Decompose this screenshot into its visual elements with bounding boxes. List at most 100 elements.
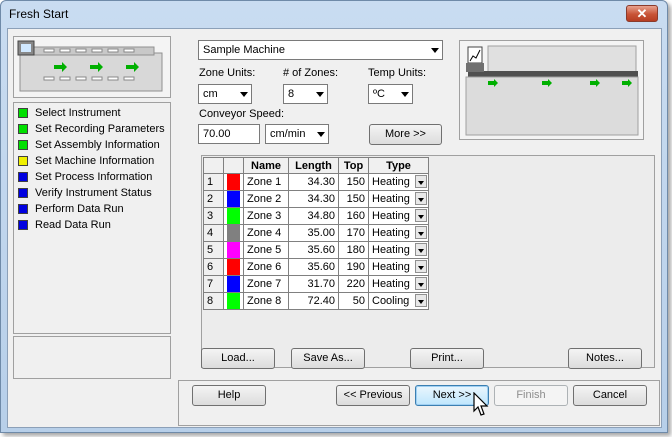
zone-length-cell[interactable]: 35.00 — [288, 224, 339, 242]
cancel-button[interactable]: Cancel — [573, 385, 647, 406]
status-square-icon — [18, 156, 28, 166]
zone-type-cell[interactable]: Heating — [368, 224, 429, 242]
zone-color-swatch[interactable] — [223, 241, 244, 259]
zone-color-swatch[interactable] — [223, 258, 244, 276]
chevron-down-icon[interactable] — [415, 209, 427, 222]
zone-length-cell[interactable]: 31.70 — [288, 275, 339, 293]
zone-length-cell[interactable]: 34.30 — [288, 190, 339, 208]
finish-button[interactable]: Finish — [494, 385, 568, 406]
zone-color-swatch[interactable] — [223, 207, 244, 225]
zone-type-value: Heating — [372, 261, 410, 273]
chevron-down-icon[interactable] — [415, 226, 427, 239]
notes-button[interactable]: Notes... — [568, 348, 642, 369]
conveyor-units-select[interactable]: cm/min — [265, 124, 329, 144]
zone-top-cell[interactable]: 190 — [338, 258, 369, 276]
temp-units-value: ºC — [373, 88, 385, 100]
table-row[interactable]: 2 Zone 2 34.30 150 Heating — [203, 190, 429, 208]
zone-top-cell[interactable]: 220 — [338, 275, 369, 293]
status-square-icon — [18, 204, 28, 214]
conveyor-speed-input[interactable]: 70.00 — [198, 124, 260, 144]
table-row[interactable]: 8 Zone 8 72.40 50 Cooling — [203, 292, 429, 310]
conveyor-speed-label: Conveyor Speed: — [199, 108, 284, 120]
load-button[interactable]: Load... — [201, 348, 275, 369]
top-column-header: Top — [338, 157, 369, 174]
zone-length-cell[interactable]: 34.30 — [288, 173, 339, 191]
chevron-down-icon[interactable] — [415, 192, 427, 205]
zone-color-swatch[interactable] — [223, 275, 244, 293]
zone-type-cell[interactable]: Heating — [368, 275, 429, 293]
zone-length-cell[interactable]: 35.60 — [288, 258, 339, 276]
zone-name-cell[interactable]: Zone 1 — [243, 173, 289, 191]
machine-illustration — [465, 45, 639, 136]
zone-table-area: Name Length Top Type 1 Zone 1 34.30 150 … — [201, 155, 655, 368]
zone-type-cell[interactable]: Heating — [368, 258, 429, 276]
machine-image — [459, 40, 644, 140]
zone-name-cell[interactable]: Zone 8 — [243, 292, 289, 310]
zone-top-cell[interactable]: 50 — [338, 292, 369, 310]
row-index: 8 — [203, 292, 224, 310]
zone-color-swatch[interactable] — [223, 292, 244, 310]
row-index-header — [203, 157, 224, 174]
table-row[interactable]: 3 Zone 3 34.80 160 Heating — [203, 207, 429, 225]
zone-type-cell[interactable]: Heating — [368, 241, 429, 259]
more-button[interactable]: More >> — [369, 124, 442, 145]
zone-units-select[interactable]: cm — [198, 84, 252, 104]
dialog-client-area: Select Instrument Set Recording Paramete… — [7, 28, 662, 428]
zone-top-cell[interactable]: 170 — [338, 224, 369, 242]
num-zones-label: # of Zones: — [283, 67, 339, 79]
zone-units-value: cm — [203, 88, 218, 100]
previous-button[interactable]: << Previous — [336, 385, 410, 406]
zone-length-cell[interactable]: 35.60 — [288, 241, 339, 259]
row-index: 6 — [203, 258, 224, 276]
machine-select[interactable]: Sample Machine — [198, 40, 443, 60]
zone-color-swatch[interactable] — [223, 190, 244, 208]
chevron-down-icon[interactable] — [415, 243, 427, 256]
zone-name-cell[interactable]: Zone 7 — [243, 275, 289, 293]
chevron-down-icon — [431, 48, 439, 53]
table-row[interactable]: 4 Zone 4 35.00 170 Heating — [203, 224, 429, 242]
zone-type-value: Heating — [372, 278, 410, 290]
chevron-down-icon — [316, 92, 324, 97]
zone-name-cell[interactable]: Zone 2 — [243, 190, 289, 208]
row-index: 7 — [203, 275, 224, 293]
zone-color-swatch[interactable] — [223, 173, 244, 191]
print-button[interactable]: Print... — [410, 348, 484, 369]
table-row[interactable]: 6 Zone 6 35.60 190 Heating — [203, 258, 429, 276]
title-bar[interactable]: Fresh Start ✕ — [1, 1, 667, 27]
help-button[interactable]: Help — [192, 385, 266, 406]
zone-type-cell[interactable]: Cooling — [368, 292, 429, 310]
zone-name-cell[interactable]: Zone 6 — [243, 258, 289, 276]
close-button[interactable]: ✕ — [626, 5, 658, 22]
chevron-down-icon[interactable] — [415, 175, 427, 188]
chevron-down-icon[interactable] — [415, 294, 427, 307]
zone-type-cell[interactable]: Heating — [368, 207, 429, 225]
zone-top-cell[interactable]: 150 — [338, 173, 369, 191]
table-row[interactable]: 7 Zone 7 31.70 220 Heating — [203, 275, 429, 293]
chevron-down-icon[interactable] — [415, 260, 427, 273]
table-row[interactable]: 1 Zone 1 34.30 150 Heating — [203, 173, 429, 191]
left-bottom-panel — [13, 336, 171, 379]
zone-color-swatch[interactable] — [223, 224, 244, 242]
chevron-down-icon[interactable] — [415, 277, 427, 290]
oven-illustration — [17, 40, 163, 92]
save-as-button[interactable]: Save As... — [291, 348, 365, 369]
zone-length-cell[interactable]: 72.40 — [288, 292, 339, 310]
zone-top-cell[interactable]: 160 — [338, 207, 369, 225]
zone-top-cell[interactable]: 180 — [338, 241, 369, 259]
zone-type-cell[interactable]: Heating — [368, 190, 429, 208]
zone-table: Name Length Top Type 1 Zone 1 34.30 150 … — [203, 157, 429, 310]
row-index: 5 — [203, 241, 224, 259]
status-square-icon — [18, 124, 28, 134]
table-row[interactable]: 5 Zone 5 35.60 180 Heating — [203, 241, 429, 259]
temp-units-select[interactable]: ºC — [368, 84, 413, 104]
zone-top-cell[interactable]: 150 — [338, 190, 369, 208]
table-header-row: Name Length Top Type — [203, 157, 429, 174]
zone-name-cell[interactable]: Zone 4 — [243, 224, 289, 242]
zone-type-cell[interactable]: Heating — [368, 173, 429, 191]
status-square-icon — [18, 220, 28, 230]
zone-name-cell[interactable]: Zone 5 — [243, 241, 289, 259]
zone-name-cell[interactable]: Zone 3 — [243, 207, 289, 225]
window-title: Fresh Start — [9, 7, 69, 21]
zone-length-cell[interactable]: 34.80 — [288, 207, 339, 225]
num-zones-select[interactable]: 8 — [283, 84, 328, 104]
